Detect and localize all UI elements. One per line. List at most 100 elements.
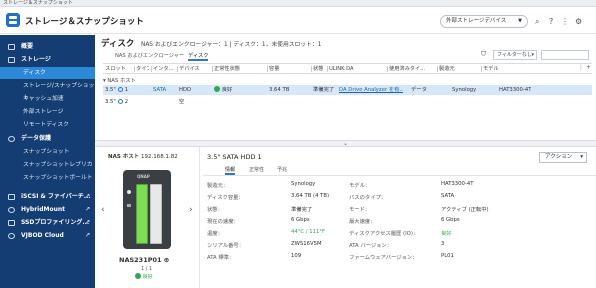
nas-ip: 192.168.1.82 <box>141 154 178 160</box>
sidebar-section-label: データ保護 <box>21 135 52 142</box>
group-header[interactable]: ▾ NAS ホスト <box>103 76 136 84</box>
cell-model: HAT3300-4T <box>499 87 532 93</box>
external-link-icon: ↗ <box>84 193 90 200</box>
column-menu-icon[interactable]: ⋮ <box>578 64 584 71</box>
prop-firmware: ファームウェアバージョン： <box>349 255 418 261</box>
power-button-icon <box>127 190 131 194</box>
prop-manufacturer: 製造元： <box>207 183 229 189</box>
sidebar-item-label: SSDプロファイリング... <box>21 219 90 226</box>
sidebar-item-snapshot-vault[interactable]: スナップショットボールト <box>0 172 95 184</box>
prop-disk-access-history-value: 良好 <box>441 231 452 237</box>
col-model[interactable]: モデル <box>483 64 543 74</box>
drive-bay-2[interactable] <box>150 184 162 244</box>
filter-dropdown[interactable]: フィルターなし ▾ <box>493 50 537 60</box>
sidebar-item-remote-disk[interactable]: リモートディスク <box>0 119 95 131</box>
col-divider <box>134 66 135 72</box>
more-icon[interactable]: ⋮ <box>561 17 569 26</box>
prop-ata-version-value: 3 <box>441 241 445 247</box>
prop-disk-access-history: ディスクアクセス履歴 (IO)： <box>349 231 419 237</box>
prop-current-speed-value: 6 Gbps <box>291 217 310 223</box>
sidebar-section-label: ストレージ <box>21 56 51 63</box>
page-title: ディスク <box>101 39 135 49</box>
sidebar-item-iscsi[interactable]: iSCSI & ファイバーチ... ↗ <box>0 191 95 203</box>
gear-icon[interactable]: ⚙ <box>575 17 582 26</box>
prop-manufacturer-value: Synology <box>291 181 316 187</box>
sidebar-item-external-storage[interactable]: 外部ストレージ <box>0 106 95 118</box>
col-divider <box>387 66 388 72</box>
prop-status: 状態： <box>207 207 223 213</box>
search-icon[interactable]: ⌕ <box>535 17 539 27</box>
sidebar-item-storage-snapshot[interactable]: ストレージ/スナップショット <box>0 80 95 101</box>
col-slot[interactable]: スロット <box>105 64 133 74</box>
sidebar-item-ssd-profiling[interactable]: SSDプロファイリング... ↗ <box>0 217 95 229</box>
col-interface[interactable]: インタ... <box>153 64 175 74</box>
sidebar-item-overview[interactable]: 概要 <box>0 41 95 53</box>
nas-count: 1 / 1 <box>141 266 153 272</box>
prop-current-speed: 現在の速度： <box>207 219 239 225</box>
chevron-down-icon: ▼ <box>518 18 522 24</box>
check-circle-icon <box>214 85 220 92</box>
col-used-type[interactable]: 使用済みタイ... <box>389 64 435 74</box>
table-row[interactable]: 3.5" 1 SATA HDD 良好 3.64 TB 準備完了 DA Drive… <box>103 85 592 95</box>
subtab-prediction[interactable]: 予兆 <box>277 166 287 175</box>
col-capacity[interactable]: 容量 <box>269 64 309 74</box>
prop-firmware-value: PL01 <box>441 253 454 259</box>
grid-tools: ⋮ + <box>578 64 591 71</box>
sidebar-item-hybridmount[interactable]: HybridMount ↗ <box>0 204 95 216</box>
col-type[interactable]: タイプ <box>136 64 149 74</box>
cell-capacity: 3.64 TB <box>269 87 290 93</box>
prop-bus-type-value: SATA <box>441 193 455 199</box>
filter-icon[interactable]: ⛉ <box>481 50 486 59</box>
prop-serial-value: ZWS16V5M <box>291 241 322 247</box>
add-column-icon[interactable]: + <box>586 64 591 71</box>
prop-model: モデル： <box>349 183 371 189</box>
sidebar-item-cache[interactable]: キャッシュ加速 <box>0 93 95 105</box>
search-input[interactable] <box>541 50 589 60</box>
external-link-icon: ↗ <box>84 206 90 213</box>
col-ulink[interactable]: ULINK DA <box>329 64 385 74</box>
table-row[interactable]: 3.5" 2 空 <box>103 97 592 107</box>
sidebar-item-snapshot[interactable]: スナップショット <box>0 146 95 158</box>
sidebar-section-storage[interactable]: ストレージ <box>0 54 95 66</box>
zoom-icon[interactable]: ⊕ <box>164 256 169 264</box>
chevron-down-icon: ▾ <box>531 52 534 58</box>
main-content: ディスク NAS およびエンクロージャー：1 | ディスク：1，未使用スロット：… <box>95 35 596 288</box>
sidebar-item-snapshot-replica[interactable]: スナップショットレプリカ <box>0 159 95 171</box>
subtab-health[interactable]: 正常性 <box>249 166 264 175</box>
prop-model-value: HAT3300-4T <box>441 181 474 187</box>
sidebar-item-vjbod-cloud[interactable]: VJBOD Cloud ↗ <box>0 230 95 242</box>
subtab-info[interactable]: 情報 <box>225 166 236 175</box>
help-icon[interactable]: ? <box>549 17 553 26</box>
storage-icon <box>8 57 15 63</box>
drive-bay-1[interactable] <box>136 184 148 244</box>
tab-nas-enclosure[interactable]: NAS およびエンクロージャー <box>115 51 184 61</box>
col-divider <box>311 66 312 72</box>
prop-max-speed: 最大速度： <box>349 219 376 225</box>
nas-brand: QNAP <box>137 174 150 179</box>
external-storage-dropdown[interactable]: 外部ストレージデバイス ▼ <box>440 15 528 28</box>
tab-disks[interactable]: ディスク <box>188 51 209 61</box>
action-dropdown[interactable]: アクション ▾ <box>539 152 587 163</box>
prev-arrow-icon[interactable]: ‹ <box>101 205 105 215</box>
subtab-divider <box>203 175 596 176</box>
nas-status: 良好 <box>135 272 153 280</box>
cell-ulink-link[interactable]: DA Drive Analyzer を有... <box>339 85 403 95</box>
external-link-icon: ↗ <box>84 219 90 226</box>
next-arrow-icon[interactable]: › <box>189 205 193 215</box>
overview-icon <box>8 44 15 50</box>
chevron-down-icon[interactable]: ⌄ <box>343 140 348 147</box>
cell-device: 空 <box>179 99 185 105</box>
disk-detail: 3.5" SATA HDD 1 アクション ▾ 情報 正常性 予兆 製造元： S… <box>203 147 596 288</box>
detail-collapse-bar[interactable]: ⌄ <box>95 140 596 147</box>
nas-name: NAS231P01 ⊕ <box>119 256 170 264</box>
app-header: ストレージ＆スナップショット 外部ストレージデバイス ▼ ⌕ ? ⋮ ⚙ <box>0 7 596 34</box>
external-storage-dropdown-label: 外部ストレージデバイス <box>446 18 507 24</box>
sidebar-item-disks[interactable]: ディスク <box>0 67 95 79</box>
sidebar-section-data-protection[interactable]: データ保護 <box>0 133 95 145</box>
prop-capacity: ディスク容量： <box>207 195 244 201</box>
app-logo-icon <box>6 13 20 27</box>
col-device[interactable]: デバイス <box>179 64 209 74</box>
prop-status-value: 準備完了 <box>291 207 313 213</box>
col-health[interactable]: 正常性状態 <box>214 64 264 74</box>
col-manufacturer[interactable]: 製造元 <box>439 64 479 74</box>
